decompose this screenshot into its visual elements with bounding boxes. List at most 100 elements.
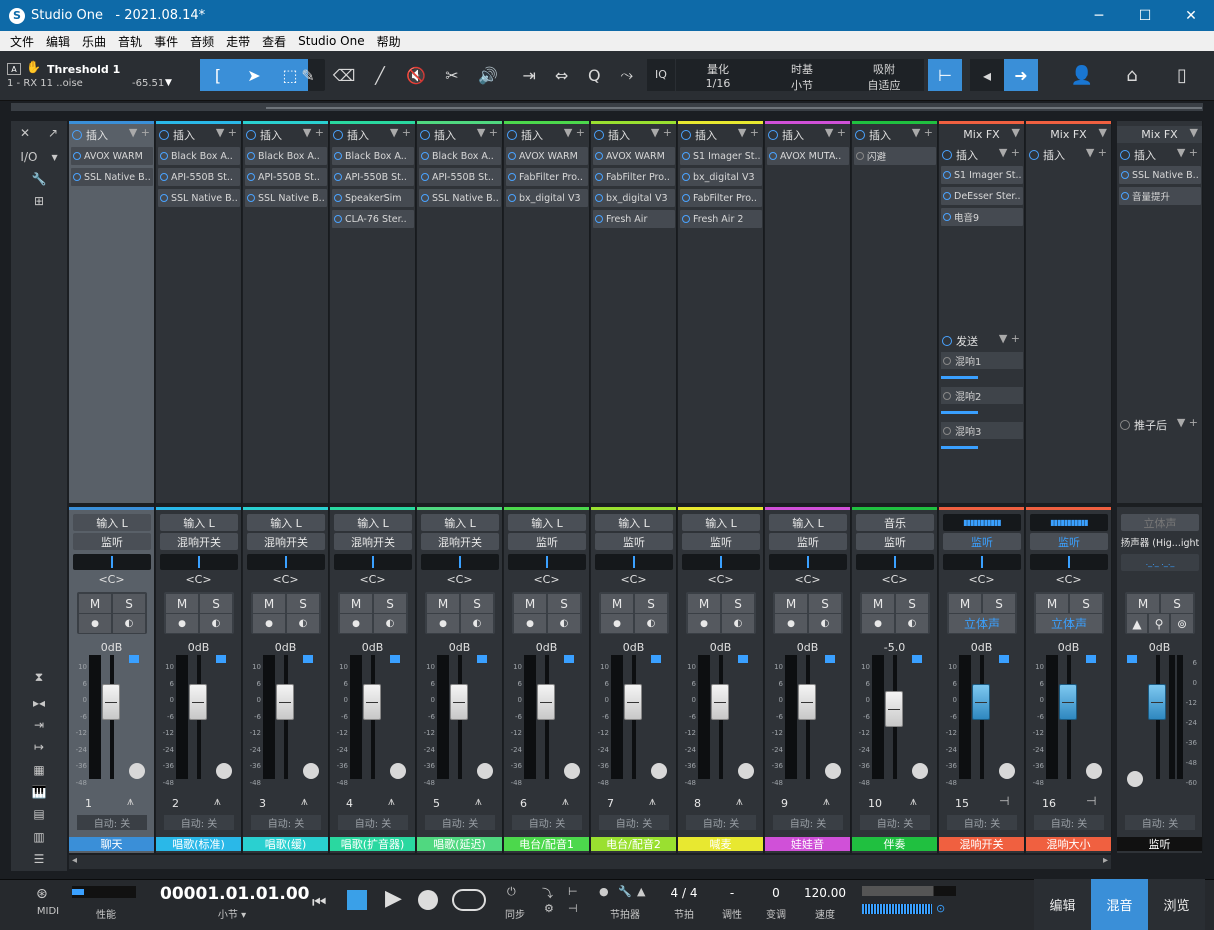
split-tool-icon[interactable]: ✂ (434, 59, 470, 91)
insert-header[interactable]: 插入 ▼ + (591, 126, 676, 143)
insert-header-icons[interactable]: ▼ + (1086, 146, 1107, 159)
insert-plugin-slot[interactable]: Fresh Air (593, 210, 675, 228)
automation-mode[interactable]: 自动: 关 (1125, 815, 1195, 830)
waveform-icon[interactable]: ⩚ (736, 794, 743, 809)
insert-plugin-slot[interactable]: DeEsser Ster.. (941, 187, 1023, 205)
monitor-button[interactable]: 混响开关 (160, 533, 238, 550)
close-panel-icon[interactable]: ✕ (20, 126, 30, 140)
mute-tool-icon[interactable]: 🔇 (398, 59, 434, 91)
solo-button[interactable]: S (722, 594, 754, 613)
insert-header-icons[interactable]: ▼ + (477, 126, 498, 139)
insert-header-icons[interactable]: ▼ + (303, 126, 324, 139)
mute-button[interactable]: M (79, 594, 111, 613)
menu-view[interactable]: 查看 (256, 33, 292, 50)
meter-reset-icon[interactable] (825, 763, 841, 779)
meter-mode-icon[interactable] (303, 655, 313, 663)
insert-power-icon[interactable] (507, 129, 517, 140)
insert-plugin-slot[interactable]: API-550B St.. (419, 168, 501, 186)
meter-mode-icon[interactable] (216, 655, 226, 663)
monitor-button[interactable]: 监听 (1030, 533, 1108, 550)
meter-mode-icon[interactable] (738, 655, 748, 663)
insert-plugin-slot[interactable]: SSL Native B.. (419, 189, 501, 207)
volume-value[interactable]: 0dB (156, 641, 241, 654)
automation-mode[interactable]: 自动: 关 (251, 815, 321, 830)
pencil-tool-icon[interactable]: ✎ (290, 59, 326, 91)
volume-fader[interactable] (189, 684, 207, 720)
insert-plugin-slot[interactable]: Black Box A.. (419, 147, 501, 165)
plugin-power-icon[interactable] (682, 215, 690, 223)
plugin-power-icon[interactable] (160, 152, 168, 160)
waveform-icon[interactable]: ⩚ (475, 794, 482, 809)
pan-control[interactable] (421, 554, 499, 570)
monitor-input-icon[interactable]: ◐ (374, 614, 406, 633)
mute-button[interactable]: M (253, 594, 285, 613)
volume-fader[interactable] (624, 684, 642, 720)
loop-icon[interactable] (452, 889, 486, 911)
input-select[interactable]: 输入 L (73, 514, 151, 531)
record-arm-icon[interactable]: ● (79, 614, 111, 633)
monitor-button[interactable]: 混响开关 (421, 533, 499, 550)
plugin-power-icon[interactable] (508, 194, 516, 202)
screen-icon[interactable]: ▯ (1164, 59, 1200, 91)
home-icon[interactable]: ⌂ (1114, 59, 1150, 91)
routing-icon[interactable]: ⊣ (1086, 794, 1096, 808)
transpose-value[interactable]: 0 (756, 886, 796, 900)
paint-tool-icon[interactable]: ╱ (362, 59, 398, 91)
bracket-tool-icon[interactable]: [ (200, 59, 236, 91)
plugin-power-icon[interactable] (508, 152, 516, 160)
insert-header[interactable]: 插入 ▼ + (852, 126, 937, 143)
volume-fader[interactable] (1148, 684, 1166, 720)
io-button[interactable]: I/O ▼ (11, 147, 67, 167)
monitor-toggle-icon[interactable]: ⊙ (936, 902, 945, 915)
channel-name[interactable]: 娃娃音 (765, 837, 850, 851)
automation-mode[interactable]: 自动: 关 (686, 815, 756, 830)
mute-button[interactable]: M (514, 594, 546, 613)
meter-reset-icon[interactable] (129, 763, 145, 779)
menu-audio[interactable]: 音频 (184, 33, 220, 50)
plugin-power-icon[interactable] (595, 173, 603, 181)
pan-control[interactable] (508, 554, 586, 570)
volume-value[interactable]: 0dB (939, 641, 1024, 654)
send-slot[interactable]: 混响1 (941, 352, 1023, 369)
volume-fader[interactable] (450, 684, 468, 720)
volume-value[interactable]: 0dB (1117, 641, 1202, 654)
insert-power-icon[interactable] (855, 129, 865, 140)
solo-button[interactable]: S (896, 594, 928, 613)
input-select[interactable]: 输入 L (421, 514, 499, 531)
insert-header-icons[interactable]: ▼ + (129, 126, 150, 139)
waveform-icon[interactable]: ⩚ (301, 794, 308, 809)
solo-button[interactable]: S (1161, 594, 1193, 613)
click-icon[interactable]: ⤵ (542, 885, 553, 901)
play-icon[interactable]: ▶ (385, 886, 402, 911)
automation-mode[interactable]: 自动: 关 (512, 815, 582, 830)
meter-mode-icon[interactable] (1127, 655, 1137, 663)
waveform-icon[interactable]: ⩚ (649, 794, 656, 809)
record-arm-icon[interactable]: ● (427, 614, 459, 633)
volume-fader[interactable] (885, 691, 903, 727)
eraser-tool-icon[interactable]: ⌫ (326, 59, 362, 91)
input-icon[interactable]: ⇥ (11, 715, 67, 735)
channel-name[interactable]: 混响大小 (1026, 837, 1111, 851)
metronome-out-icon[interactable]: ▲ (1127, 614, 1147, 633)
menu-song[interactable]: 乐曲 (76, 33, 112, 50)
input-select[interactable]: 输入 L (508, 514, 586, 531)
insert-plugin-slot[interactable]: bx_digital V3 (593, 189, 675, 207)
arrow-tool-icon[interactable]: ➤ (236, 59, 272, 91)
automation-mode[interactable]: 自动: 关 (425, 815, 495, 830)
insert-power-icon[interactable] (159, 129, 169, 140)
plugin-power-icon[interactable] (73, 173, 81, 181)
channel-name[interactable]: 唱歌(缓) (243, 837, 328, 851)
insert-plugin-slot[interactable]: AVOX WARM (506, 147, 588, 165)
narrow-icon[interactable]: ▸◂ (11, 693, 67, 713)
snap-toggle-icon[interactable]: ⊢ (928, 59, 962, 91)
meter-reset-icon[interactable] (1127, 771, 1143, 787)
record-arm-icon[interactable]: ● (601, 614, 633, 633)
meter-reset-icon[interactable] (477, 763, 493, 779)
time-signature[interactable]: 4 / 4 (662, 886, 706, 900)
overview-scrollbar[interactable] (266, 107, 1202, 109)
speaker-output-select[interactable]: 扬声器 (Hig...ight (1121, 533, 1199, 550)
solo-button[interactable]: S (113, 594, 145, 613)
plugin-power-icon[interactable] (247, 152, 255, 160)
insert-power-icon[interactable] (942, 149, 952, 160)
meter-mode-icon[interactable] (825, 655, 835, 663)
